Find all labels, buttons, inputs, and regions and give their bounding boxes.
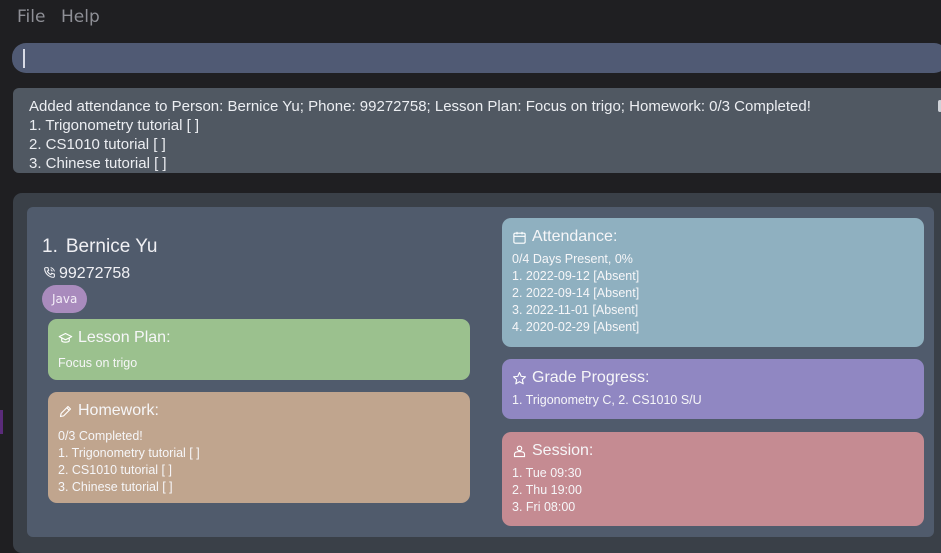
result-line: 3. Chinese tutorial [ ]	[29, 155, 167, 172]
menu-file[interactable]: File	[17, 7, 45, 27]
lesson-plan-value: Focus on trigo	[58, 356, 138, 370]
homework-line: 3. Chinese tutorial [ ]	[58, 480, 173, 494]
session-line: 3. Fri 08:00	[512, 500, 576, 514]
grade-progress-value: 1. Trigonometry C, 2. CS1010 S/U	[512, 393, 702, 407]
lesson-plan-header: Lesson Plan:	[58, 329, 460, 347]
graduation-cap-icon	[58, 332, 73, 343]
person-index: 1.	[42, 236, 58, 257]
attendance-title: Attendance:	[532, 228, 618, 245]
person-name-row: 1. Bernice Yu	[42, 236, 157, 258]
result-line: Added attendance to Person: Bernice Yu; …	[29, 98, 811, 115]
session-box: Session: 1. Tue 09:30 2. Thu 19:00 3. Fr…	[502, 432, 924, 526]
tag-label: Java	[42, 285, 88, 313]
menu-bar: File Help	[0, 0, 941, 38]
result-text: Added attendance to Person: Bernice Yu; …	[29, 97, 926, 173]
lesson-plan-box: Lesson Plan: Focus on trigo	[48, 319, 470, 380]
grade-progress-header: Grade Progress:	[512, 369, 914, 387]
attendance-header: Attendance:	[512, 228, 914, 246]
text-caret	[23, 49, 25, 68]
phone-icon	[44, 267, 55, 278]
session-line: 2. Thu 19:00	[512, 483, 582, 497]
pencil-icon	[59, 405, 72, 417]
result-line: 1. Trigonometry tutorial [ ]	[29, 117, 200, 134]
person-name: Bernice Yu	[65, 236, 158, 257]
homework-line: 1. Trigonometry tutorial [ ]	[58, 446, 200, 460]
homework-title: Homework:	[78, 402, 159, 419]
attendance-line: 2. 2022-09-14 [Absent]	[512, 286, 640, 300]
star-icon	[513, 371, 526, 384]
homework-box: Homework: 0/3 Completed! 1. Trigonometry…	[48, 392, 470, 503]
attendance-box: Attendance: 0/4 Days Present, 0% 1. 2022…	[502, 218, 924, 347]
person-phone: 99272758	[59, 265, 131, 282]
calendar-icon	[513, 231, 526, 244]
lesson-plan-title: Lesson Plan:	[78, 329, 171, 346]
attendance-line: 3. 2022-11-01 [Absent]	[512, 303, 639, 317]
homework-line: 2. CS1010 tutorial [ ]	[58, 463, 172, 477]
result-line: 2. CS1010 tutorial [ ]	[29, 136, 166, 153]
people-icon	[513, 445, 526, 457]
menu-help[interactable]: Help	[61, 7, 100, 27]
command-input[interactable]	[12, 43, 941, 73]
attendance-line: 1. 2022-09-12 [Absent]	[512, 269, 640, 283]
session-line: 1. Tue 09:30	[512, 466, 582, 480]
grade-progress-box: Grade Progress: 1. Trigonometry C, 2. CS…	[502, 359, 924, 419]
attendance-line: 4. 2020-02-29 [Absent]	[512, 320, 640, 334]
window-edge-accent	[0, 410, 3, 434]
homework-header: Homework:	[58, 402, 460, 420]
homework-line: 0/3 Completed!	[58, 429, 143, 443]
person-phone-row: 99272758	[43, 265, 130, 283]
result-display[interactable]: Added attendance to Person: Bernice Yu; …	[13, 88, 941, 173]
session-title: Session:	[532, 442, 594, 459]
attendance-line: 0/4 Days Present, 0%	[512, 252, 633, 266]
grade-progress-title: Grade Progress:	[532, 369, 650, 386]
session-header: Session:	[512, 442, 914, 460]
